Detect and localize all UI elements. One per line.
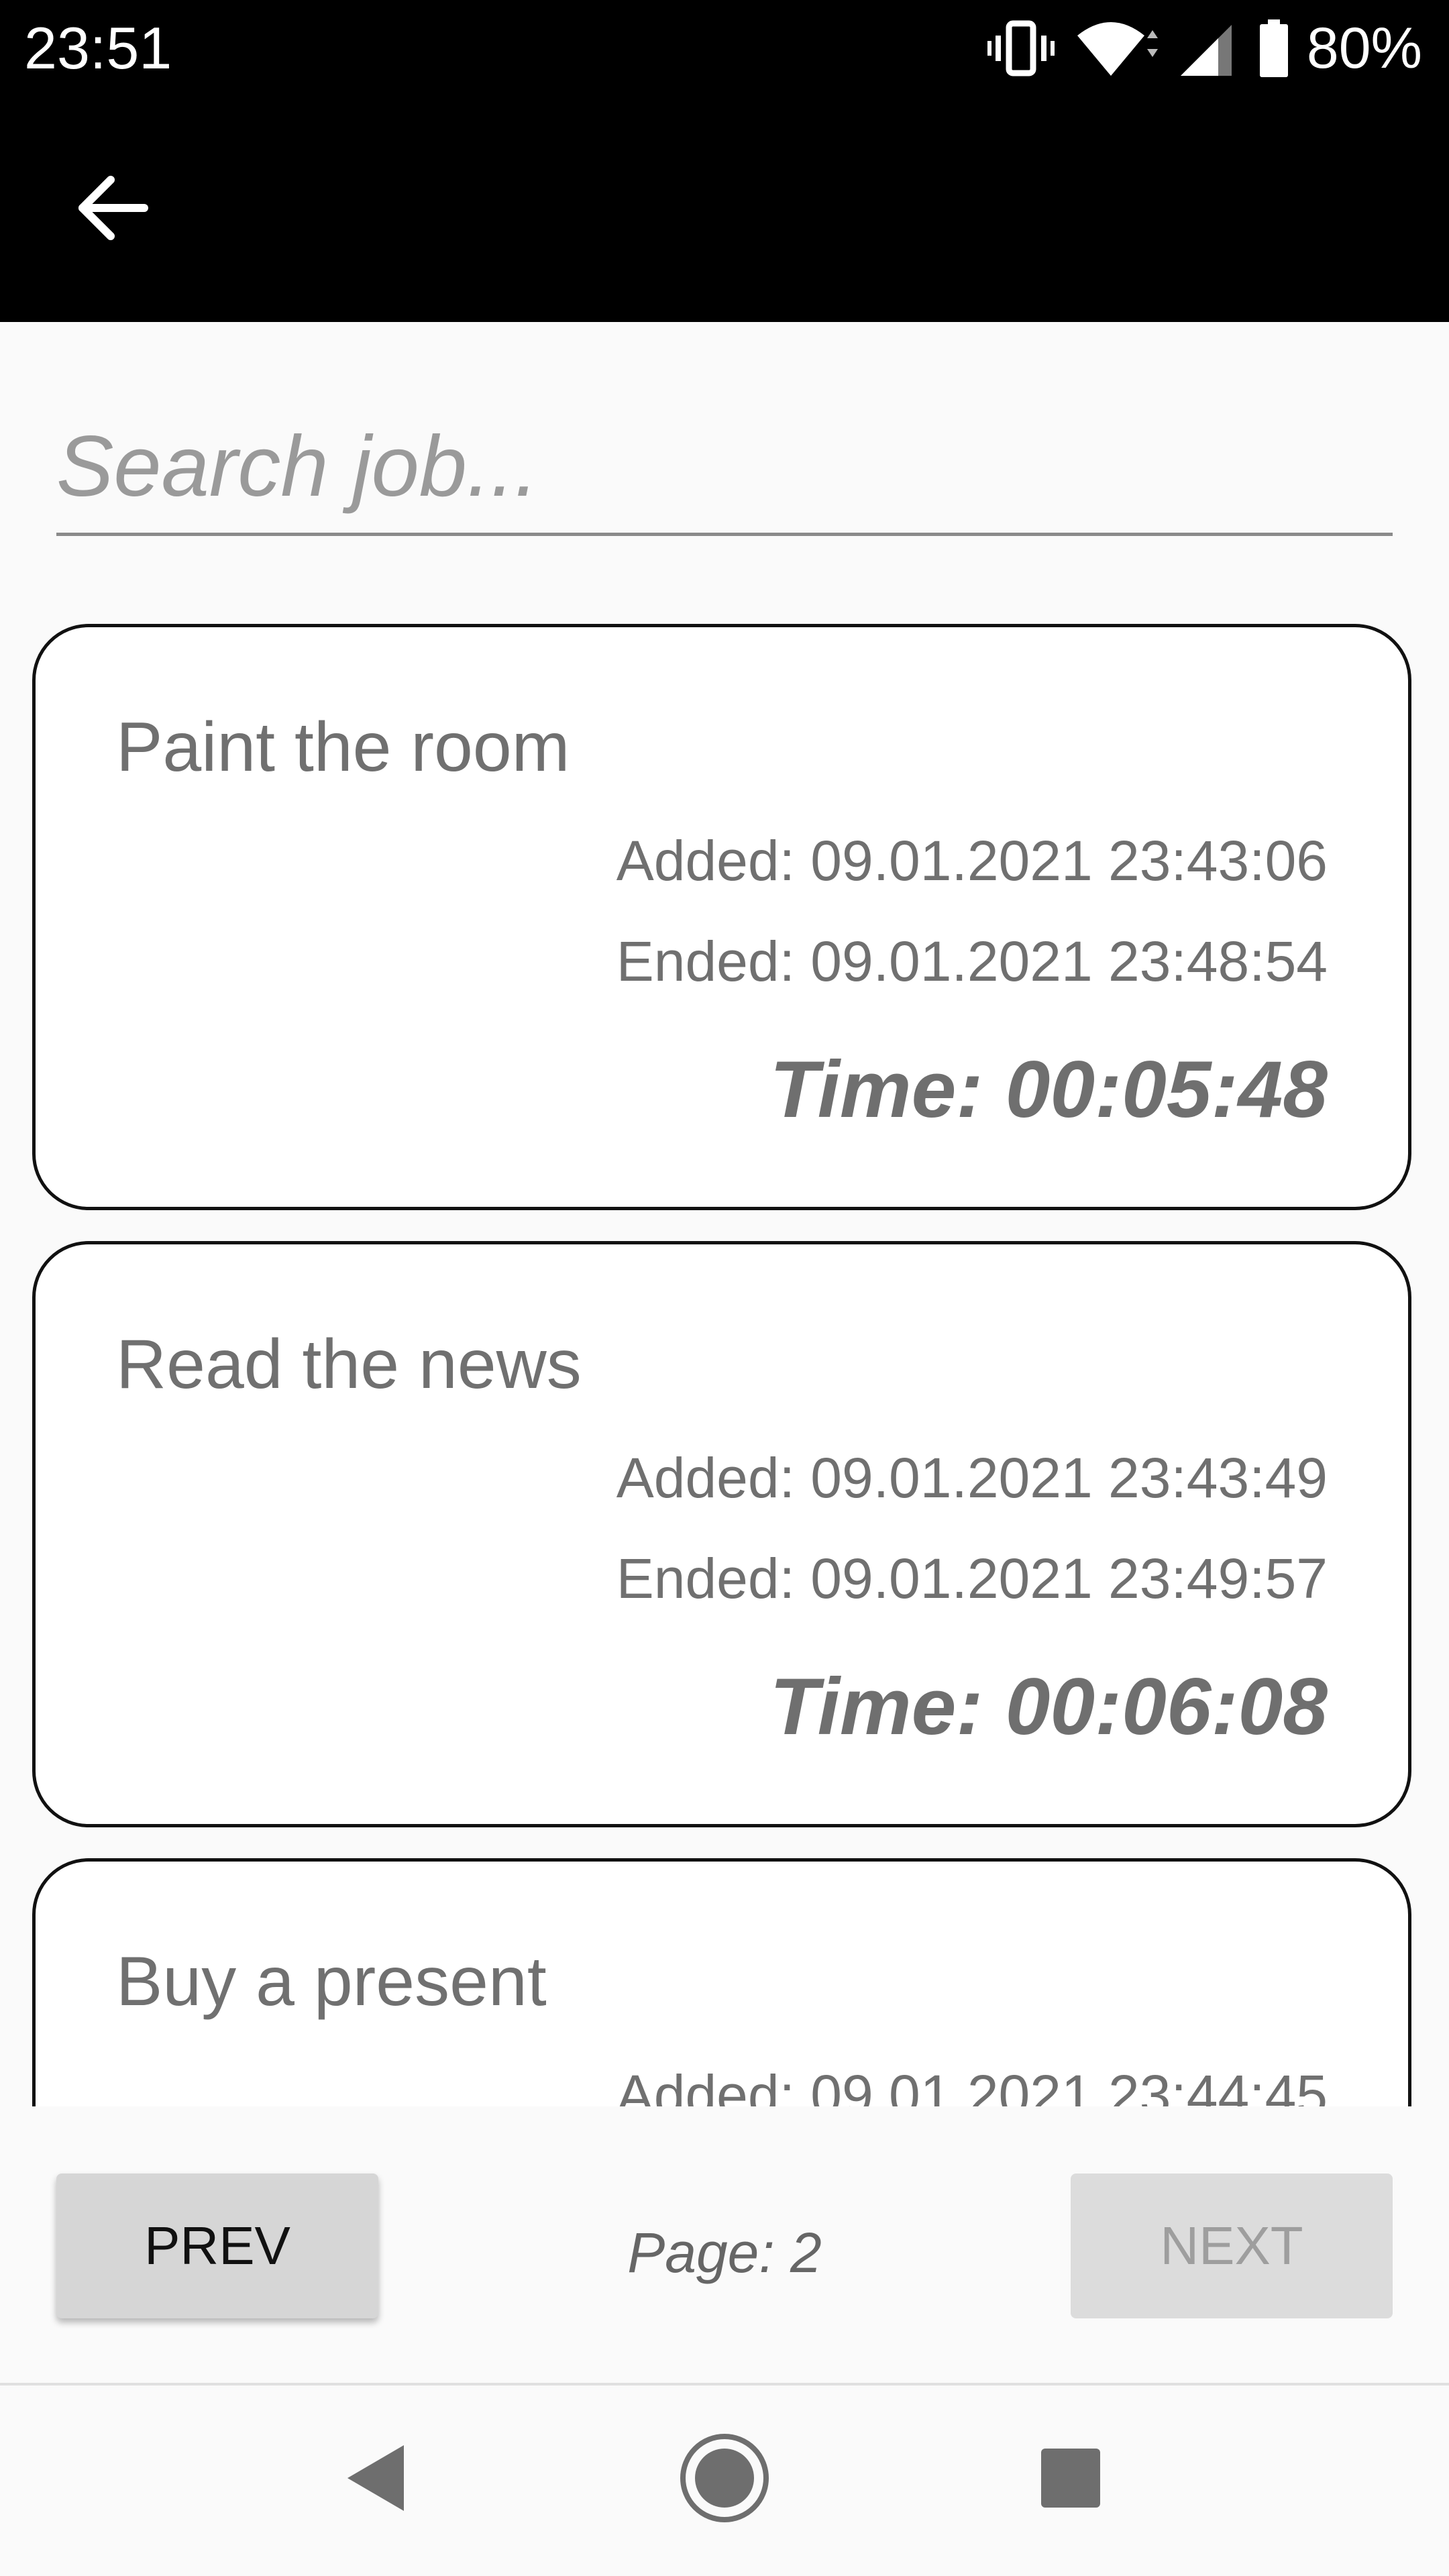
system-nav-bar — [0, 2383, 1449, 2576]
job-history-screen: 23:51 80% Search job... Paint the room A… — [0, 0, 1449, 2576]
job-list[interactable]: Paint the room Added: 09.01.2021 23:43:0… — [0, 610, 1449, 2106]
nav-back-icon — [342, 2441, 409, 2518]
job-ended: Ended: 09.01.2021 23:48:54 — [616, 930, 1328, 993]
job-added: Added: 09.01.2021 23:43:49 — [616, 1446, 1328, 1509]
vibrate-icon — [987, 18, 1055, 78]
status-icons: 80% — [987, 15, 1422, 82]
battery-icon — [1257, 18, 1291, 78]
search-input[interactable] — [56, 402, 1393, 530]
job-duration: Time: 00:06:08 — [769, 1662, 1328, 1752]
job-title: Paint the room — [116, 708, 570, 786]
job-added: Added: 09.01.2021 23:44:45 — [616, 2063, 1328, 2106]
nav-recents-icon — [1037, 2445, 1104, 2515]
job-ended: Ended: 09.01.2021 23:49:57 — [616, 1547, 1328, 1610]
job-card[interactable]: Buy a present Added: 09.01.2021 23:44:45 — [32, 1858, 1411, 2106]
next-button: NEXT — [1071, 2174, 1393, 2318]
nav-home-button[interactable] — [651, 2412, 798, 2546]
nav-recents-button[interactable] — [997, 2412, 1144, 2546]
app-bar — [0, 101, 1449, 322]
wifi-icon — [1077, 18, 1158, 78]
search-field — [56, 402, 1393, 536]
job-card[interactable]: Read the news Added: 09.01.2021 23:43:49… — [32, 1241, 1411, 1827]
back-button[interactable] — [64, 162, 158, 256]
signal-icon — [1180, 18, 1234, 78]
job-added: Added: 09.01.2021 23:43:06 — [616, 829, 1328, 892]
status-bar: 23:51 80% — [0, 0, 1449, 101]
battery-percent: 80% — [1306, 16, 1422, 80]
job-title: Buy a present — [116, 1943, 547, 2021]
nav-back-button[interactable] — [302, 2412, 449, 2546]
job-title: Read the news — [116, 1326, 582, 1403]
job-card[interactable]: Paint the room Added: 09.01.2021 23:43:0… — [32, 624, 1411, 1210]
nav-home-icon — [678, 2431, 771, 2528]
job-duration: Time: 00:05:48 — [769, 1044, 1328, 1134]
pager: PREV Page: 2 NEXT — [0, 2106, 1449, 2383]
status-time: 23:51 — [24, 15, 172, 81]
arrow-left-icon — [74, 174, 148, 245]
